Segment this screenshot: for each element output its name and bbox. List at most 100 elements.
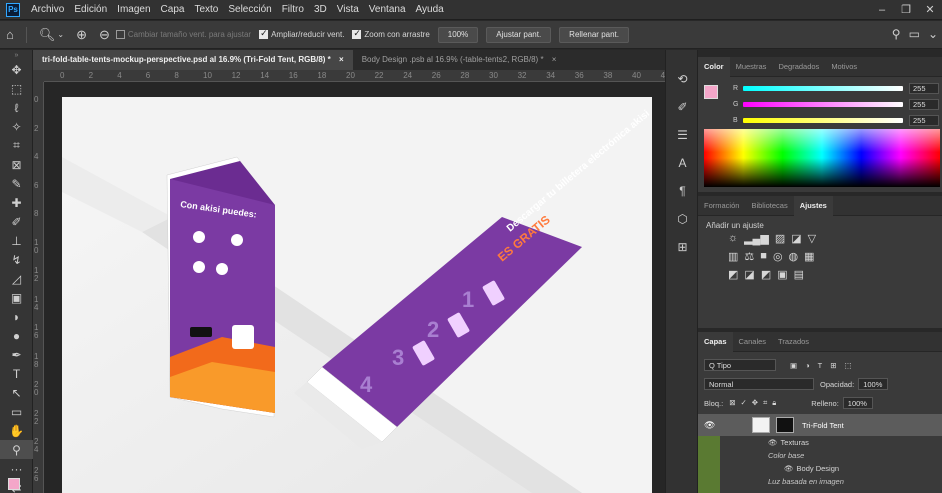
zoom-tool-icon[interactable]: 🔍︎ [39,27,56,43]
3d-panel-icon[interactable]: ⬡ [666,208,699,230]
slider-value[interactable]: 255 [909,83,939,94]
eye-icon[interactable]: 👁︎ [768,438,778,447]
menu-seleccion[interactable]: Selección [223,0,276,20]
eyedropper-icon[interactable]: ✎ [0,174,33,193]
menu-ventana[interactable]: Ventana [364,0,411,20]
adjustment-icon[interactable]: ⚖ [744,250,754,263]
adjustment-icon[interactable]: ◪ [744,268,754,281]
filter-icon[interactable]: T [818,361,823,370]
eraser-tool-icon[interactable]: ◿ [0,269,33,288]
pen-tool-icon[interactable]: ✒ [0,345,33,364]
layer-filter-select[interactable]: Q Tipo [704,359,776,371]
menu-ayuda[interactable]: Ayuda [411,0,449,20]
tab-learn[interactable]: Formación [698,196,745,216]
adjustment-icon[interactable]: ◩ [728,268,738,281]
zoom-in-icon[interactable]: ⊕ [76,27,87,43]
path-selection-icon[interactable]: ↖ [0,383,33,402]
adjustment-icon[interactable]: ▤ [794,268,804,281]
sub-layer-base-color[interactable]: Color base [720,449,942,462]
gradient-tool-icon[interactable]: ▣ [0,288,33,307]
chevron-down-icon[interactable]: ⌄ [57,30,64,39]
zoom-tool-icon[interactable]: ⚲ [0,440,33,459]
document-canvas[interactable]: Con akisi puedes: Descargar tu billetera… [62,97,652,493]
fill-input[interactable]: 100% [842,397,873,409]
slider-track[interactable] [743,102,903,107]
eye-icon[interactable]: 👁︎ [784,464,794,473]
adjustment-icon[interactable]: ■ [760,250,767,263]
zoom-out-icon[interactable]: ⊖ [99,27,110,43]
canvas-area[interactable]: Con akisi puedes: Descargar tu billetera… [44,82,665,493]
tab-body-design[interactable]: Body Design .psb al 16.9% (-table-tents2… [353,50,566,70]
foreground-color-swatch[interactable] [704,85,718,99]
adjustment-icon[interactable]: ▥ [728,250,738,263]
dodge-tool-icon[interactable]: ● [0,326,33,345]
menu-vista[interactable]: Vista [332,0,364,20]
sub-layer-textures[interactable]: 👁︎ Texturas [720,436,942,449]
adjustment-icon[interactable]: ◩ [761,268,771,281]
sub-layer-image-based-light[interactable]: Luz basada en imagen [720,475,942,488]
close-icon[interactable]: ✕ [918,0,942,20]
adjustment-icon[interactable]: ☼ [728,232,738,245]
tab-libraries[interactable]: Bibliotecas [745,196,793,216]
properties-panel-icon[interactable]: ☰ [666,124,699,146]
lock-icons[interactable]: ⊠✓✥⌗🔒︎ [729,398,781,408]
filter-icon[interactable]: ▣ [790,361,797,370]
adjustment-icon[interactable]: ▣ [777,268,787,281]
restore-icon[interactable]: ❐ [894,0,918,20]
stamp-tool-icon[interactable]: ⊥ [0,231,33,250]
collapse-icon[interactable]: » [0,50,33,60]
paragraph-panel-icon[interactable]: ¶ [666,180,699,202]
tab-layers[interactable]: Capas [698,331,733,352]
lasso-tool-icon[interactable]: ℓ [0,98,33,117]
filter-icon[interactable]: ⊞ [830,361,836,370]
minimize-icon[interactable]: – [870,0,894,20]
blend-mode-select[interactable]: Normal [704,378,814,390]
fill-screen-button[interactable]: Rellenar pant. [559,26,629,43]
tab-close-icon[interactable]: × [339,55,344,64]
healing-brush-icon[interactable]: ✚ [0,193,33,212]
adjustment-icon[interactable]: ▨ [775,232,785,245]
frame-tool-icon[interactable]: ⊠ [0,155,33,174]
menu-filtro[interactable]: Filtro [277,0,309,20]
zoom-100-button[interactable]: 100% [437,26,479,43]
tab-color[interactable]: Color [698,56,730,77]
zoom-all-checkbox[interactable]: Ampliar/reducir vent. [259,28,344,39]
magic-wand-icon[interactable]: ✧ [0,117,33,136]
home-icon[interactable]: ⌂ [6,27,14,42]
tab-patterns[interactable]: Motivos [825,57,863,77]
rectangle-tool-icon[interactable]: ▭ [0,402,33,421]
move-tool-icon[interactable]: ✥ [0,60,33,79]
slider-blue[interactable]: B 255 [733,115,939,126]
adjustment-icon[interactable]: ◎ [773,250,783,263]
adjustment-icon[interactable]: ▽ [808,232,816,245]
adjustment-icon[interactable]: ◪ [791,232,801,245]
menu-texto[interactable]: Texto [189,0,223,20]
type-tool-icon[interactable]: T [0,364,33,383]
tab-paths[interactable]: Trazados [772,332,815,352]
search-icon[interactable]: ⚲ [892,27,901,41]
marquee-tool-icon[interactable]: ⬚ [0,79,33,98]
slider-red[interactable]: R 255 [733,83,939,94]
slider-track[interactable] [743,86,903,91]
slider-track[interactable] [743,118,903,123]
menu-imagen[interactable]: Imagen [112,0,155,20]
tab-adjustments[interactable]: Ajustes [793,195,833,216]
slider-value[interactable]: 255 [909,99,939,110]
slider-value[interactable]: 255 [909,115,939,126]
eye-icon[interactable]: 👁︎ [704,420,715,431]
adjustment-icon[interactable]: ▂▄▆ [744,232,769,245]
tab-swatches[interactable]: Muestras [730,57,773,77]
slider-green[interactable]: G 255 [733,99,939,110]
menu-edicion[interactable]: Edición [69,0,112,20]
fit-screen-button[interactable]: Ajustar pant. [486,26,552,43]
scrubby-zoom-checkbox[interactable]: Zoom con arrastre [352,28,430,39]
glyphs-panel-icon[interactable]: ⊞ [666,236,699,258]
more-tools-icon[interactable]: ··· [0,459,33,478]
tab-trifold-mockup[interactable]: tri-fold-table-tents-mockup-perspective.… [33,50,353,70]
filter-icon[interactable]: ◑ [805,361,810,370]
sub-layer-body-design[interactable]: 👁︎ Body Design [720,462,942,475]
resize-windows-checkbox[interactable]: Cambiar tamaño vent. para ajustar [115,30,251,39]
filter-icon[interactable]: ⬚ [845,361,852,370]
menu-archivo[interactable]: Archivo [26,0,69,20]
adjustment-icon[interactable]: ◍ [789,250,799,263]
